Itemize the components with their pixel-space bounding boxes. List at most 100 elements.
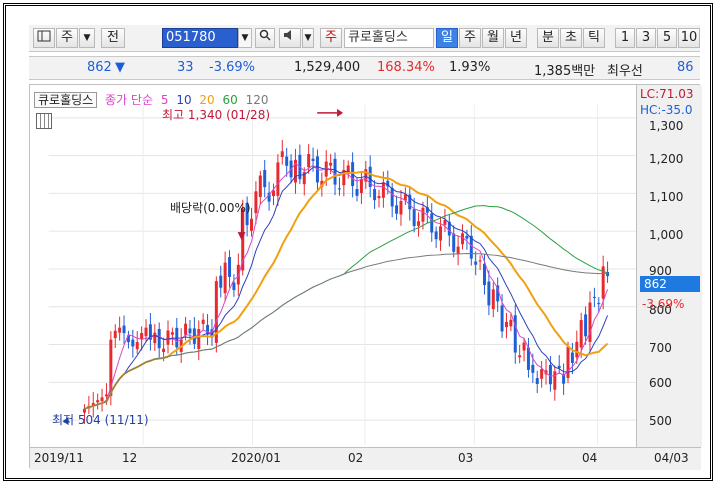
tab-period-second[interactable]: 초 bbox=[560, 28, 582, 48]
price-chart[interactable]: 큐로홀딩스 종가 단순 5 10 20 60 120 최고 1,340 (01/… bbox=[29, 84, 702, 470]
price-change: 33 bbox=[177, 60, 194, 75]
grid-toggle-icon[interactable] bbox=[36, 113, 52, 129]
stock-code-input[interactable]: 051780 bbox=[162, 28, 238, 48]
candle-body bbox=[263, 169, 267, 188]
candle-body bbox=[579, 320, 583, 348]
candle-body bbox=[140, 333, 144, 340]
low-annotation: 최저 504 (11/11) bbox=[52, 413, 149, 427]
candle-body bbox=[166, 330, 170, 345]
x-tick: 03 bbox=[458, 451, 474, 465]
legend-ma10: 10 bbox=[176, 93, 192, 107]
count-10-button[interactable]: 10 bbox=[678, 28, 700, 48]
candle-body bbox=[184, 323, 188, 335]
tab-period-day[interactable]: 일 bbox=[436, 28, 458, 48]
candle-body bbox=[144, 327, 148, 337]
legend-ma-label: 종가 단순 bbox=[105, 93, 154, 107]
main-tag-button[interactable]: 주 bbox=[320, 28, 342, 48]
chart-layout-icon bbox=[37, 30, 51, 42]
candle-body bbox=[170, 332, 174, 335]
sound-dropdown-icon[interactable]: ▼ bbox=[302, 28, 314, 48]
legend-ma20: 20 bbox=[199, 93, 215, 107]
candle-body bbox=[430, 213, 434, 233]
chart-layout-icon[interactable] bbox=[33, 28, 55, 48]
price-axis[interactable]: LC:71.03 HC:-35.0 1,300 1,200 1,100 1,00… bbox=[636, 85, 702, 447]
stock-name-field[interactable]: 큐로홀딩스 bbox=[344, 28, 434, 48]
candle-body bbox=[254, 191, 258, 214]
ma5-line bbox=[84, 162, 609, 410]
candle-body bbox=[597, 303, 601, 305]
high-annotation: 최고 1,340 (01/28) bbox=[162, 108, 271, 122]
candle-body bbox=[557, 365, 561, 369]
legend-ma5: 5 bbox=[160, 93, 169, 107]
tab-period-month[interactable]: 월 bbox=[482, 28, 504, 48]
ma120-line bbox=[84, 253, 608, 410]
hc-readout: HC:-35.0 bbox=[640, 103, 693, 117]
chart-toolbar: 주 ▼ 전 051780 ▼ ▼ 주 큐로홀딩스 일 주 월 년 분 초 틱 1… bbox=[29, 25, 700, 52]
candle-body bbox=[504, 321, 508, 328]
x-tick: 2019/11 bbox=[34, 451, 84, 465]
candlestick-plot[interactable] bbox=[30, 85, 670, 445]
down-arrow-icon: ▼ bbox=[115, 60, 125, 75]
tab-period-week[interactable]: 주 bbox=[459, 28, 481, 48]
candle-body bbox=[113, 330, 117, 339]
trade-amount: 1,385백만 bbox=[534, 64, 596, 79]
candle-body bbox=[478, 260, 482, 262]
candle-body bbox=[96, 400, 100, 403]
candle-body bbox=[197, 329, 201, 349]
search-icon bbox=[259, 29, 271, 41]
candle-body bbox=[162, 348, 166, 353]
candle-body bbox=[399, 201, 403, 215]
candle-body bbox=[311, 158, 315, 161]
candle-body bbox=[219, 275, 223, 288]
candle-body bbox=[588, 302, 592, 342]
y-tick: 700 bbox=[649, 341, 672, 355]
y-tick: 1,200 bbox=[649, 152, 684, 166]
x-tick: 12 bbox=[122, 451, 138, 465]
candle-body bbox=[131, 339, 135, 347]
candle-body bbox=[584, 314, 588, 337]
prev-button[interactable]: 전 bbox=[101, 28, 125, 48]
code-dropdown-icon[interactable]: ▼ bbox=[238, 28, 252, 48]
candle-body bbox=[250, 218, 254, 231]
tab-period-tick[interactable]: 틱 bbox=[583, 28, 605, 48]
price-change-pct: -3.69% bbox=[209, 60, 255, 75]
period-button[interactable]: 주 bbox=[56, 28, 78, 48]
candle-body bbox=[513, 315, 517, 353]
candle-body bbox=[232, 282, 236, 291]
count-5-button[interactable]: 5 bbox=[657, 28, 677, 48]
candle-body bbox=[487, 281, 491, 306]
current-price: 862 bbox=[87, 60, 112, 75]
candle-body bbox=[439, 226, 443, 241]
y-tick: 1,100 bbox=[649, 190, 684, 204]
legend-stock-name[interactable]: 큐로홀딩스 bbox=[34, 92, 98, 108]
candle-body bbox=[491, 289, 495, 310]
chevron-down-icon[interactable]: ▼ bbox=[79, 28, 95, 48]
candle-body bbox=[421, 207, 425, 222]
count-3-button[interactable]: 3 bbox=[636, 28, 656, 48]
tab-period-minute[interactable]: 분 bbox=[537, 28, 559, 48]
tab-period-year[interactable]: 년 bbox=[505, 28, 527, 48]
count-1-button[interactable]: 1 bbox=[615, 28, 635, 48]
candle-body bbox=[175, 327, 179, 348]
candle-body bbox=[465, 235, 469, 239]
y-tick: 500 bbox=[649, 414, 672, 428]
candle-body bbox=[434, 231, 438, 240]
candle-body bbox=[333, 158, 337, 185]
candle-body bbox=[509, 319, 513, 327]
high-arrow-head bbox=[337, 108, 344, 117]
candle-body bbox=[337, 188, 341, 190]
candle-body bbox=[118, 327, 122, 333]
speaker-icon[interactable] bbox=[279, 28, 301, 48]
candle-body bbox=[381, 182, 385, 198]
candle-body bbox=[258, 175, 262, 197]
candle-body bbox=[153, 332, 157, 344]
candle-body bbox=[276, 162, 280, 196]
date-axis[interactable]: 2019/11 12 2020/01 02 03 04 04/03 bbox=[30, 447, 701, 470]
y-tick: 1,300 bbox=[649, 119, 684, 133]
candle-body bbox=[157, 328, 161, 349]
search-icon[interactable] bbox=[255, 28, 275, 48]
current-price-marker: 862 bbox=[640, 276, 700, 292]
volume: 1,529,400 bbox=[294, 60, 361, 75]
dividend-annotation: 배당락(0.00%) bbox=[170, 201, 251, 215]
